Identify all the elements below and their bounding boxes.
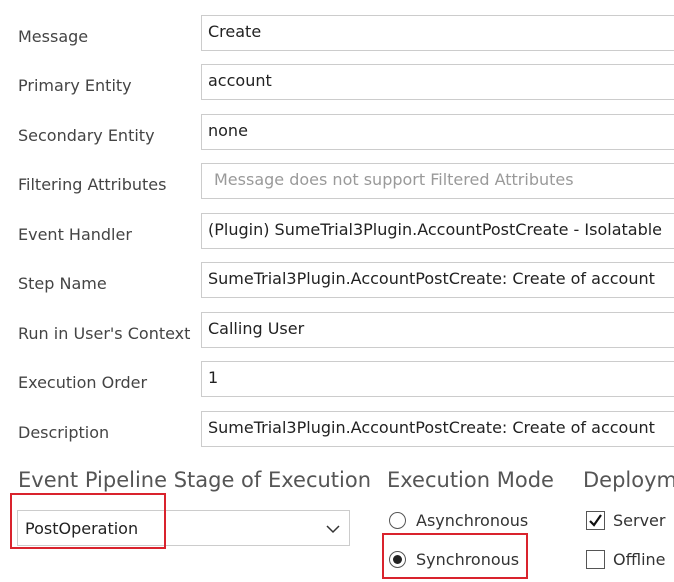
event-handler-field[interactable]: (Plugin) SumeTrial3Plugin.AccountPostCre… <box>201 213 674 249</box>
run-context-label: Run in User's Context <box>18 324 191 343</box>
primary-entity-row: Primary Entity account <box>0 64 674 104</box>
step-name-row: Step Name SumeTrial3Plugin.AccountPostCr… <box>0 262 674 302</box>
run-context-row: Run in User's Context Calling User <box>0 312 674 352</box>
filtering-attributes-label: Filtering Attributes <box>18 175 167 194</box>
offline-checkbox[interactable] <box>586 550 605 569</box>
step-name-field[interactable]: SumeTrial3Plugin.AccountPostCreate: Crea… <box>201 262 674 298</box>
step-name-label: Step Name <box>18 274 107 293</box>
description-row: Description SumeTrial3Plugin.AccountPost… <box>0 411 674 451</box>
secondary-entity-row: Secondary Entity none <box>0 114 674 154</box>
primary-entity-label: Primary Entity <box>18 76 132 95</box>
message-label: Message <box>18 27 89 46</box>
filtering-attributes-field[interactable]: Message does not support Filtered Attrib… <box>201 163 674 199</box>
filtering-attributes-row: Filtering Attributes Message does not su… <box>0 163 674 203</box>
pipeline-stage-title: Event Pipeline Stage of Execution <box>18 468 372 492</box>
synchronous-highlight-box <box>382 533 528 579</box>
primary-entity-field[interactable]: account <box>201 64 674 100</box>
execution-order-row: Execution Order 1 <box>0 361 674 401</box>
description-label: Description <box>18 423 110 442</box>
checkmark-icon <box>589 514 602 527</box>
deployment-title: Deploym <box>583 468 674 492</box>
asynchronous-radio[interactable] <box>389 512 406 529</box>
secondary-entity-field[interactable]: none <box>201 114 674 150</box>
description-field[interactable]: SumeTrial3Plugin.AccountPostCreate: Crea… <box>201 411 674 447</box>
asynchronous-label: Asynchronous <box>416 511 529 530</box>
message-field[interactable]: Create <box>201 15 674 51</box>
execution-order-field[interactable]: 1 <box>201 361 674 397</box>
event-handler-label: Event Handler <box>18 225 132 244</box>
secondary-entity-label: Secondary Entity <box>18 126 155 145</box>
server-checkbox[interactable] <box>586 511 605 530</box>
event-handler-row: Event Handler (Plugin) SumeTrial3Plugin.… <box>0 213 674 253</box>
pipeline-highlight-box <box>10 493 166 549</box>
execution-order-label: Execution Order <box>18 373 148 392</box>
server-label: Server <box>613 511 666 530</box>
offline-label: Offline <box>613 550 666 569</box>
chevron-down-icon <box>326 525 340 534</box>
run-context-field[interactable]: Calling User <box>201 312 674 348</box>
execution-mode-title: Execution Mode <box>387 468 554 492</box>
message-row: Message Create <box>0 15 674 55</box>
